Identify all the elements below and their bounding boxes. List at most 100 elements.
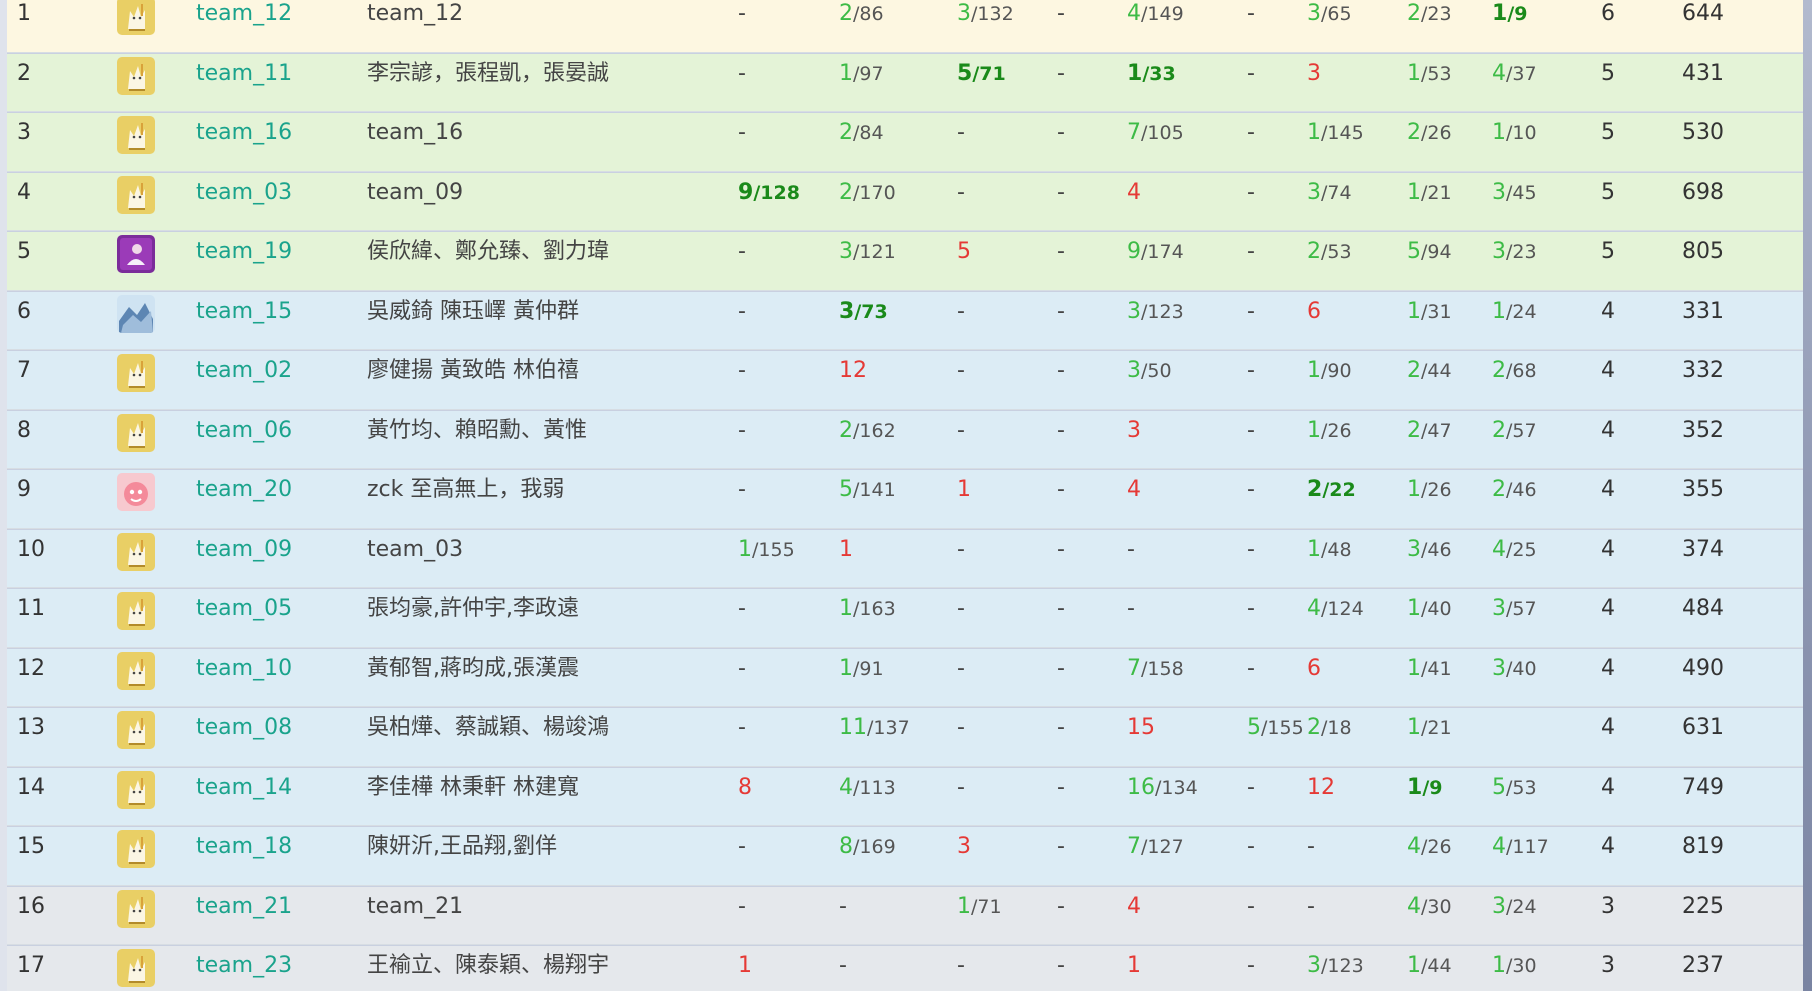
problem-cell: 1/10 <box>1492 113 1537 172</box>
team-id-link[interactable]: team_21 <box>196 887 292 946</box>
rank-cell: 7 <box>17 358 31 383</box>
attempt-count: 4 <box>1492 60 1506 86</box>
problem-cell: - <box>1057 232 1065 291</box>
problem-cell: - <box>839 946 847 991</box>
problem-cell: - <box>957 589 965 648</box>
solve-time: /47 <box>1421 419 1452 442</box>
team-id-link[interactable]: team_03 <box>196 173 292 232</box>
problem-cell: - <box>957 173 965 232</box>
attempt-count: 3 <box>1127 417 1141 443</box>
solve-time: /23 <box>1506 241 1537 263</box>
problem-cell: - <box>1057 411 1065 470</box>
penalty-time: 225 <box>1682 893 1724 919</box>
solve-time: /132 <box>971 3 1014 25</box>
problem-cell: - <box>957 946 965 991</box>
right-scroll-edge[interactable] <box>1803 0 1812 991</box>
problem-cell: 5/155 <box>1247 708 1304 767</box>
problem-cell: 2/47 <box>1407 411 1452 470</box>
no-attempt: - <box>1247 536 1255 562</box>
solve-time: /90 <box>1321 360 1352 382</box>
team-id-link[interactable]: team_16 <box>196 113 292 172</box>
problem-cell: 15 <box>1127 708 1155 767</box>
attempt-count: 1 <box>839 60 853 86</box>
problem-cell: - <box>738 649 746 708</box>
team-id-link[interactable]: team_18 <box>196 827 292 886</box>
team-id-link[interactable]: team_12 <box>196 0 292 53</box>
problem-cell: 3/46 <box>1407 530 1452 589</box>
penalty-time: 490 <box>1682 655 1724 681</box>
team-name: 吳威錡 陳珏嶧 黃仲群 <box>367 298 579 324</box>
solve-time: /124 <box>1321 598 1364 620</box>
solved-count: 4 <box>1601 536 1615 562</box>
cat-avatar <box>117 532 155 571</box>
cat-avatar <box>117 830 155 868</box>
solved-count: 4 <box>1601 655 1615 681</box>
solve-time: /40 <box>1421 598 1452 620</box>
no-attempt: - <box>957 179 965 205</box>
attempt-count: 2 <box>839 1 853 26</box>
problem-cell: 1 <box>738 946 752 991</box>
solve-time: /26 <box>1421 122 1452 144</box>
rank-cell: 2 <box>17 60 31 86</box>
solve-time: /68 <box>1506 360 1537 382</box>
solve-time: /44 <box>1421 955 1452 977</box>
problem-cell: 3/24 <box>1492 887 1537 946</box>
problem-cell: - <box>1247 649 1255 708</box>
problem-cell: 1/90 <box>1307 351 1352 410</box>
cat-avatar <box>117 770 155 809</box>
problem-cell: - <box>1057 887 1065 946</box>
attempt-count: 4 <box>1127 179 1141 205</box>
attempt-count: 1 <box>839 596 853 621</box>
problem-cell: 5/53 <box>1492 768 1537 827</box>
team-id-link[interactable]: team_19 <box>196 232 292 291</box>
solve-time: /134 <box>1155 776 1198 799</box>
no-attempt: - <box>1247 179 1255 205</box>
table-row: 11 team_05 張均豪,許仲宇,李政遠 -1/163- - - -4/124 1/40 3… <box>7 589 1803 648</box>
attempt-count: 2 <box>1407 417 1421 443</box>
team-id-link[interactable]: team_15 <box>196 292 292 351</box>
solve-time: /21 <box>1421 717 1452 739</box>
team-id-link[interactable]: team_02 <box>196 351 292 410</box>
problem-cell: - <box>1247 946 1255 991</box>
problem-cell: 1/41 <box>1407 649 1452 708</box>
attempt-count: 2 <box>839 417 853 443</box>
team-id-link[interactable]: team_05 <box>196 589 292 648</box>
no-attempt: - <box>957 358 965 383</box>
problem-cell: - <box>738 887 746 946</box>
problem-cell: - <box>1247 351 1255 410</box>
problem-cell: 2/23 <box>1407 0 1452 53</box>
team-id-link[interactable]: team_10 <box>196 649 292 708</box>
no-attempt: - <box>1247 655 1255 681</box>
solve-time: /174 <box>1141 241 1184 263</box>
no-attempt: - <box>738 239 746 264</box>
team-id-link[interactable]: team_20 <box>196 470 292 529</box>
problem-cell: - <box>738 708 746 767</box>
problem-cell: - <box>957 292 965 351</box>
problem-cell: - <box>1057 470 1065 529</box>
team-id-link[interactable]: team_11 <box>196 54 292 113</box>
table-row: 5 team_19 侯欣緯、鄭允臻、劉力瑋 - 3/121 5 - 9/174 - 2/53 5/9… <box>7 232 1803 291</box>
team-id-link[interactable]: team_23 <box>196 946 292 991</box>
table-row: 2 team_11 李宗諺，張程凱，張晏誠 - 1/97 5/71 - 1/33 - 3 1/53 4… <box>7 53 1803 113</box>
problem-cell: 4/149 <box>1127 0 1184 53</box>
team-id-link[interactable]: team_08 <box>196 708 292 767</box>
solved-count: 4 <box>1601 477 1615 502</box>
penalty-time: 331 <box>1682 298 1724 324</box>
cat-avatar <box>117 354 155 392</box>
no-attempt: - <box>1247 60 1255 86</box>
solve-time: /53 <box>1421 62 1452 85</box>
problem-cell: - <box>1247 0 1255 53</box>
team-id-link[interactable]: team_09 <box>196 530 292 589</box>
attempt-count: 1 <box>1307 358 1321 383</box>
problem-cell: - <box>1247 589 1255 648</box>
problem-cell: 3/123 <box>1307 946 1364 991</box>
team-id-link[interactable]: team_14 <box>196 768 292 827</box>
solve-time: /9 <box>1507 3 1528 25</box>
problem-cell: 2/57 <box>1492 411 1537 470</box>
problem-cell: - <box>738 589 746 648</box>
attempt-count: 1 <box>1407 953 1421 978</box>
solve-time: /128 <box>753 181 800 204</box>
problem-cell: 4/117 <box>1492 827 1549 886</box>
problem-cell: 1/24 <box>1492 292 1537 351</box>
team-id-link[interactable]: team_06 <box>196 411 292 470</box>
